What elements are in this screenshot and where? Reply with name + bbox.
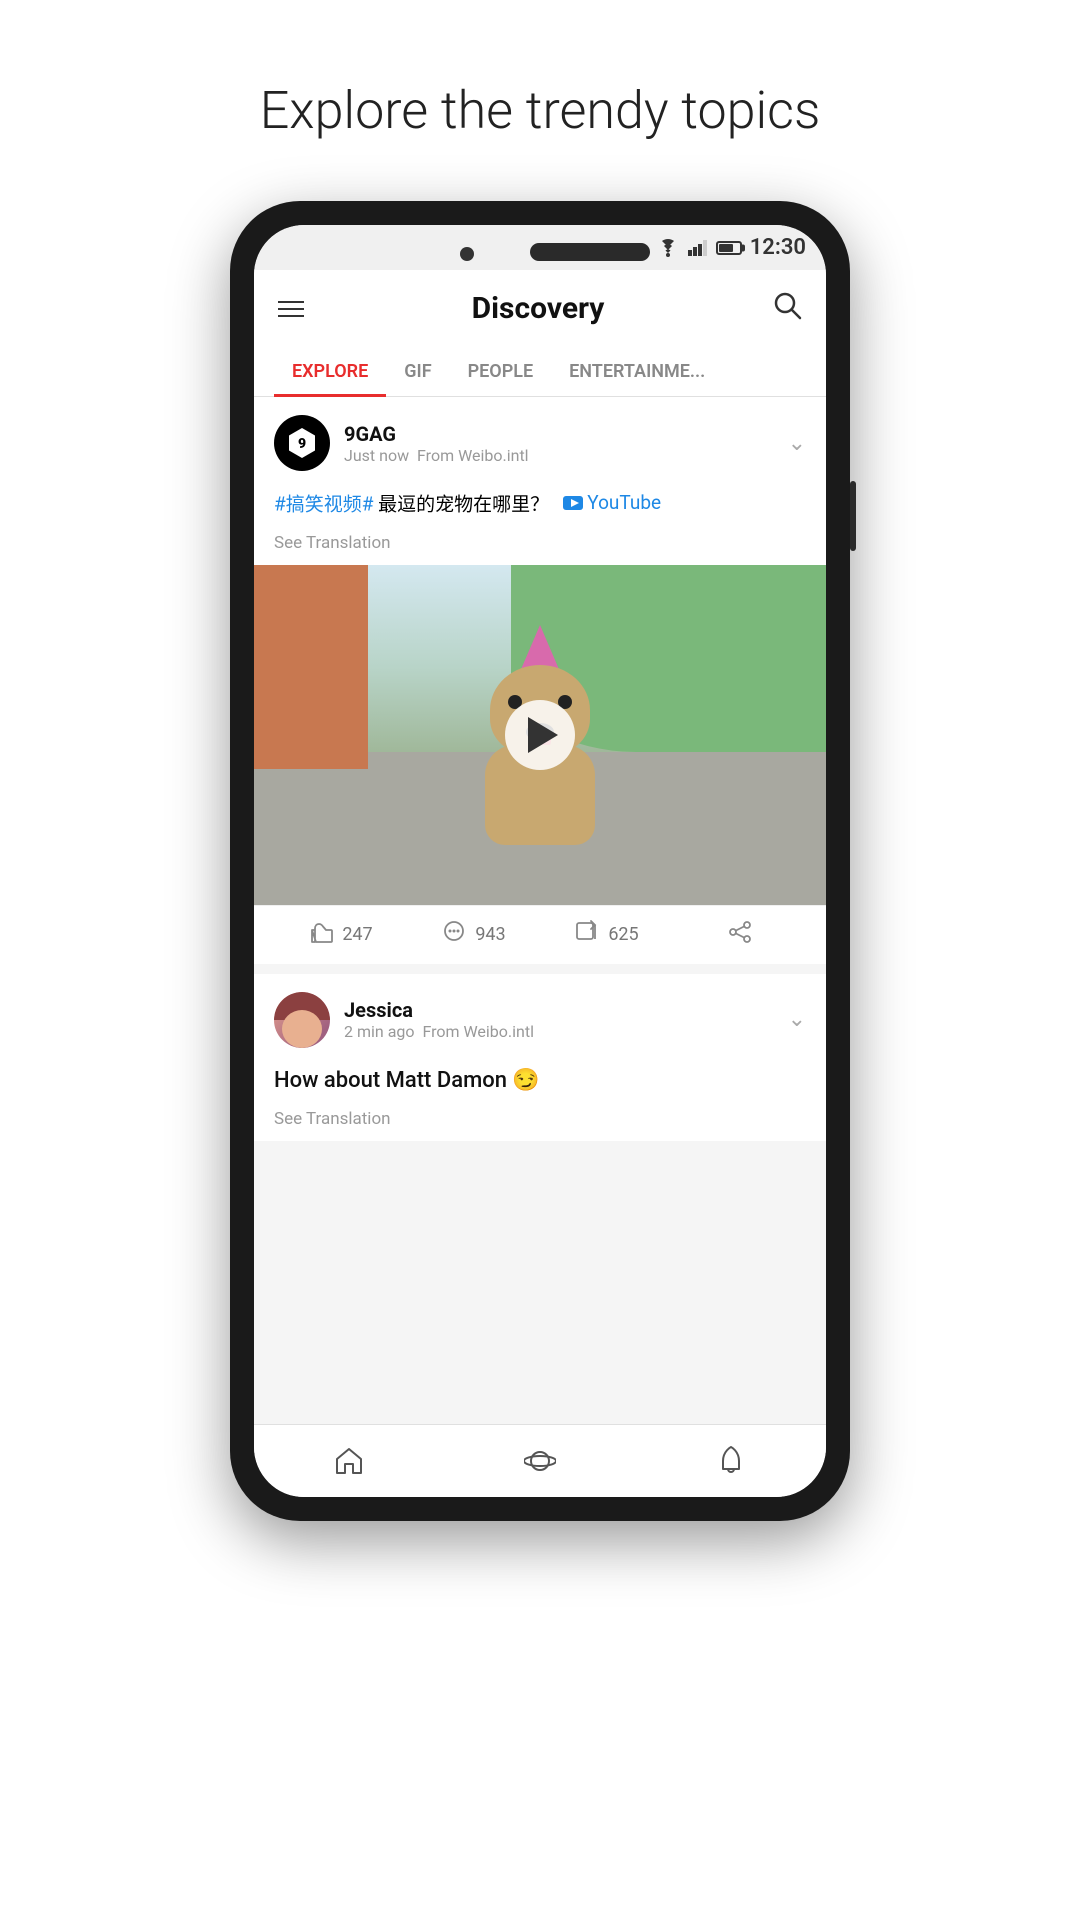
share-count: 625 [608,924,638,945]
chevron-down-icon-2[interactable]: ⌄ [788,1007,806,1032]
brick-wall-bg [254,565,368,769]
phone-screen: 12:30 Discovery EXPLORE GIF PEOPLE E [254,225,826,1497]
nav-discover[interactable] [445,1437,636,1485]
wifi-icon [656,239,680,257]
hashtag[interactable]: #搞笑视频# [274,492,373,515]
post-header-left-2: Jessica 2 min ago From Weibo.intl [274,992,534,1048]
post-header-left: 9 9GAG Just now From Weibo.intl [274,415,529,471]
phone-speaker [530,243,650,261]
jessica-author-info: Jessica 2 min ago From Weibo.intl [344,998,534,1041]
home-icon [333,1445,365,1477]
tab-people[interactable]: PEOPLE [450,347,552,396]
phone-camera [460,247,474,261]
post-header: 9 9GAG Just now From Weibo.intl ⌄ [254,397,826,483]
jessica-author-name: Jessica [344,998,534,1022]
like-button[interactable]: 247 [274,920,407,950]
post-text: #搞笑视频# 最逗的宠物在哪里？ YouTube [254,483,826,533]
jessica-face-skin [282,1010,322,1048]
signal-icon [688,240,708,256]
like-count: 247 [342,924,372,945]
comment-button[interactable]: 943 [407,920,540,950]
svg-text:9: 9 [298,436,306,452]
bottom-nav [254,1424,826,1497]
planet-icon [524,1445,556,1477]
post-card: 9 9GAG Just now From Weibo.intl ⌄ # [254,397,826,964]
chevron-down-icon[interactable]: ⌄ [788,431,806,456]
video-thumbnail[interactable] [254,565,826,905]
jessica-see-translation[interactable]: See Translation [254,1109,826,1141]
avatar: 9 [274,415,330,471]
comment-icon [441,920,467,950]
page-title: Explore the trendy topics [260,80,821,141]
post-meta: Just now From Weibo.intl [344,446,529,465]
post-card-2: Jessica 2 min ago From Weibo.intl ⌄ How … [254,974,826,1141]
tab-entertainment[interactable]: ENTERTAINME... [551,347,723,396]
more-share-button[interactable] [673,920,806,950]
nav-notifications[interactable] [635,1437,826,1485]
nav-home[interactable] [254,1437,445,1485]
search-button[interactable] [772,290,802,327]
comment-count: 943 [475,924,505,945]
author-info: 9GAG Just now From Weibo.intl [344,422,529,465]
play-button[interactable] [505,700,575,770]
tab-gif[interactable]: GIF [386,347,449,396]
battery-icon [716,241,742,255]
app-header: Discovery [254,270,826,347]
bell-icon [716,1445,746,1477]
tab-explore[interactable]: EXPLORE [274,347,386,396]
share-icon [727,920,753,950]
app-title: Discovery [472,291,605,326]
status-time: 12:30 [750,235,806,260]
jessica-post-text: How about Matt Damon 😏 [254,1060,826,1109]
repost-button[interactable]: 625 [540,920,673,950]
avatar-jessica [274,992,330,1048]
repost-icon [574,920,600,950]
see-translation[interactable]: See Translation [254,533,826,565]
post-actions: 247 943 [254,905,826,964]
play-triangle-icon [528,717,558,753]
youtube-link[interactable]: YouTube [563,489,661,518]
feed: 9 9GAG Just now From Weibo.intl ⌄ # [254,397,826,1424]
phone-side-button [850,481,856,551]
post-header-2: Jessica 2 min ago From Weibo.intl ⌄ [254,974,826,1060]
tab-bar: EXPLORE GIF PEOPLE ENTERTAINME... [254,347,826,397]
like-icon [308,920,334,950]
jessica-post-meta: 2 min ago From Weibo.intl [344,1022,534,1041]
hamburger-menu-button[interactable] [278,301,304,317]
status-icons: 12:30 [656,235,806,260]
author-name: 9GAG [344,422,529,446]
phone-frame: 12:30 Discovery EXPLORE GIF PEOPLE E [230,201,850,1521]
